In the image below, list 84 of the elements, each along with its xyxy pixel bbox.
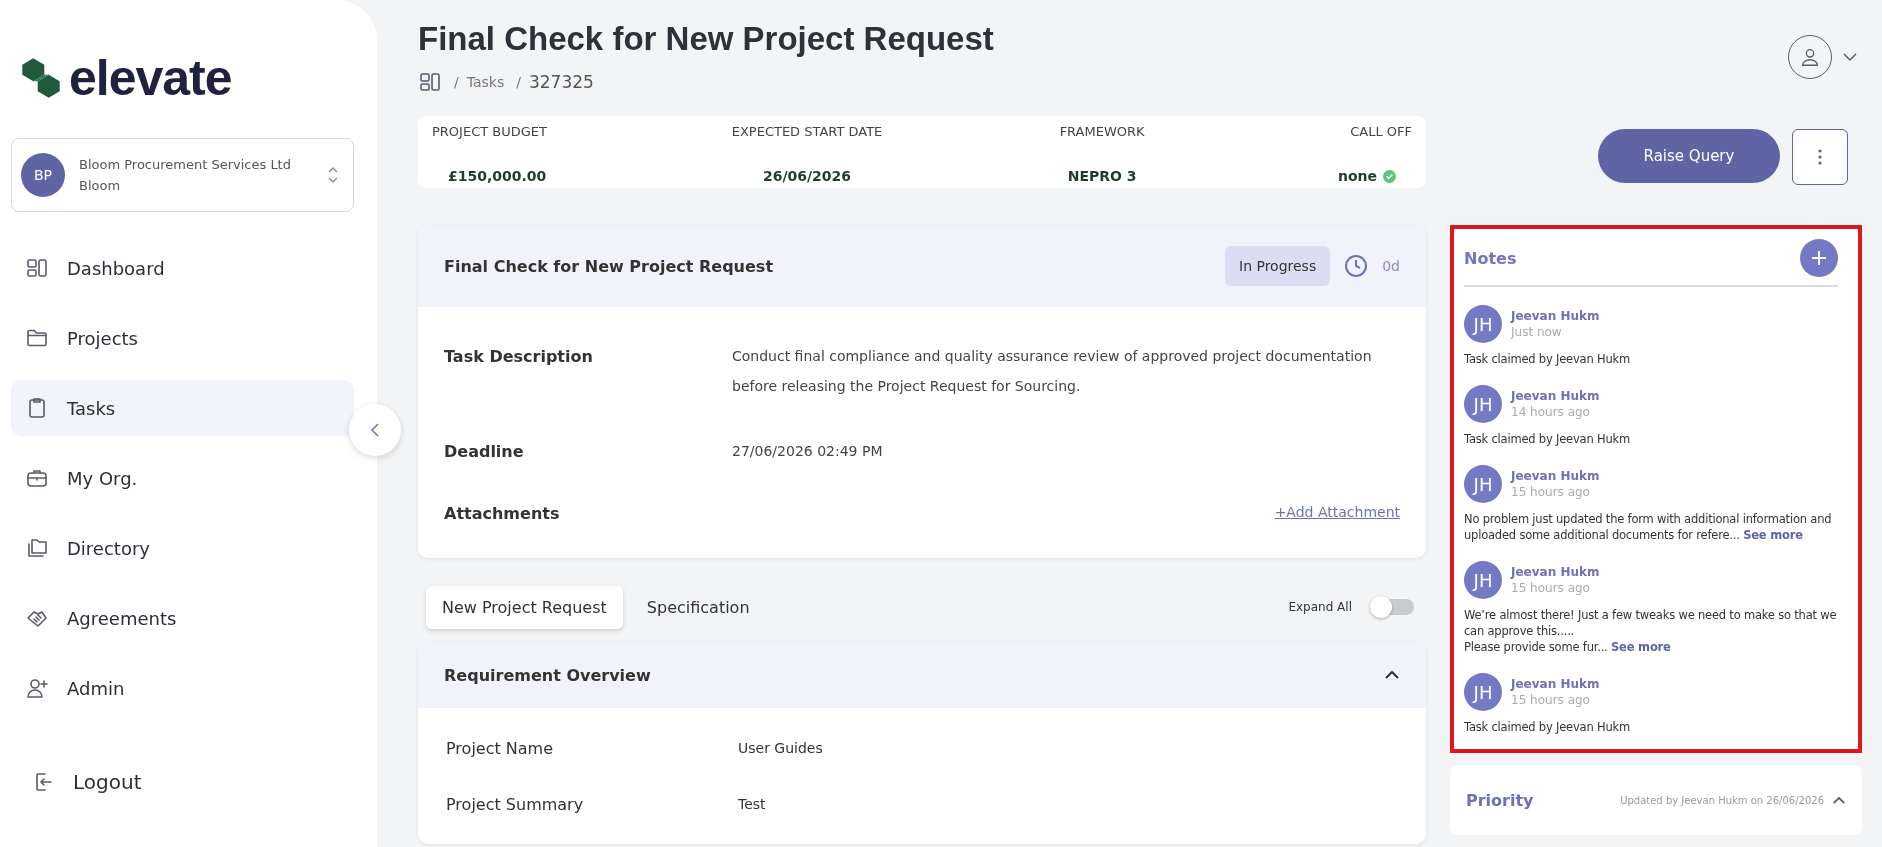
note-time: 15 hours ago [1511, 693, 1591, 707]
more-options-button[interactable] [1792, 129, 1848, 185]
organization-short-name: Bloom [79, 178, 122, 193]
author-avatar: JH [1464, 385, 1502, 423]
summary-value: £150,000.00 [448, 168, 547, 184]
breadcrumb-separator: / [516, 74, 521, 90]
chevron-left-icon [369, 422, 381, 438]
section-title: Requirement Overview [444, 665, 652, 685]
sort-chevron-icon [327, 165, 339, 185]
expand-all-toggle[interactable] [1372, 599, 1414, 615]
field-label: Task Description [444, 347, 594, 366]
expand-all-label: Expand All [1288, 600, 1352, 614]
nav-item[interactable]: Dashboard [11, 240, 354, 296]
author-avatar: JH [1464, 561, 1502, 599]
add-user-icon [25, 676, 49, 700]
logo-text: elevate [69, 49, 232, 107]
note-author: Jeevan Hukm [1511, 677, 1600, 691]
organization-name: Bloom Procurement Services Ltd [79, 157, 292, 172]
note-author: Jeevan Hukm [1511, 469, 1600, 483]
tab[interactable]: New Project Request [426, 585, 623, 629]
summary-label: CALL OFF [1350, 124, 1412, 139]
field-value: Conduct final compliance and quality assurance review of approved project documentation before releasing the Project Request for Sourcing. [732, 347, 1373, 396]
priority-updated: Updated by Jeevan Hukm on 26/06/2026 [1620, 794, 1824, 806]
summary-value: none [1337, 168, 1377, 184]
task-title: Final Check for New Project Request [444, 256, 775, 276]
breadcrumb-link[interactable]: Tasks [466, 74, 505, 90]
raise-query-button[interactable]: Raise Query [1598, 129, 1780, 183]
summary-label: PROJECT BUDGET [432, 124, 547, 139]
note-time: 15 hours ago [1511, 485, 1591, 499]
summary-value: NEPRO 3 [1067, 168, 1137, 184]
note-author: Jeevan Hukm [1511, 389, 1600, 403]
note-text: Task claimed by Jeevan Hukm [1464, 351, 1631, 367]
tab[interactable]: Specification [630, 585, 766, 629]
dashboard-icon [418, 70, 442, 94]
priority-title: Priority [1466, 790, 1535, 810]
nav-item[interactable]: Agreements [11, 590, 354, 646]
field-value: User Guides [738, 740, 823, 756]
add-note-button[interactable] [1800, 239, 1838, 277]
organization-selector[interactable]: BP Bloom Procurement Services Ltd Bloom [11, 138, 354, 212]
field-value: 27/06/2026 02:49 PM [732, 442, 884, 461]
note-text: We’re almost there! Just a few tweaks we need to make so that we can approve this..... Please provide some fur... See more [1464, 607, 1838, 655]
note-text: No problem just updated the form with additional information and uploaded some additional documents for refere... See more [1464, 511, 1833, 543]
add-attachment-link[interactable]: +Add Attachment [1274, 504, 1400, 520]
note-text: Task claimed by Jeevan Hukm [1464, 719, 1631, 735]
author-avatar: JH [1464, 673, 1502, 711]
plus-icon [1811, 250, 1827, 266]
clock-icon [1344, 254, 1369, 278]
summary-label: FRAMEWORK [1059, 124, 1145, 139]
notes-title: Notes [1464, 248, 1517, 268]
logo-icon [19, 56, 63, 100]
field-label: Project Name [446, 738, 555, 758]
note-author: Jeevan Hukm [1511, 565, 1600, 579]
field-label: Project Summary [446, 794, 585, 814]
note-time: 15 hours ago [1511, 581, 1591, 595]
dropdown-chevron-icon [1842, 52, 1858, 62]
task-age: 0d [1382, 258, 1400, 274]
note-text: Task claimed by Jeevan Hukm [1464, 431, 1631, 447]
nav-item[interactable]: Tasks [11, 380, 354, 436]
nav-item[interactable]: Admin [11, 660, 354, 716]
organization-avatar: BP [21, 153, 65, 197]
dashboard-icon [25, 256, 49, 280]
page-title: Final Check for New Project Request [418, 20, 995, 58]
logout-link[interactable]: Logout [11, 754, 354, 810]
status-badge: In Progress [1225, 246, 1331, 286]
folders-icon [25, 536, 49, 560]
kebab-icon [1818, 149, 1822, 165]
field-value: Test [738, 796, 766, 812]
nav-item[interactable]: My Org. [11, 450, 354, 506]
note-author: Jeevan Hukm [1511, 309, 1600, 323]
note-time: 14 hours ago [1511, 405, 1591, 419]
breadcrumb-current: 327325 [528, 72, 594, 92]
field-label: Attachments [444, 504, 561, 523]
nav-item[interactable]: Directory [11, 520, 354, 576]
author-avatar: JH [1464, 305, 1502, 343]
user-icon [1799, 46, 1821, 68]
nav-item[interactable]: Projects [11, 310, 354, 366]
summary-value: 26/06/2026 [762, 168, 852, 184]
see-more-link[interactable]: See more [1611, 640, 1671, 654]
summary-label: EXPECTED START DATE [731, 124, 883, 139]
author-avatar: JH [1464, 465, 1502, 503]
see-more-link[interactable]: See more [1743, 528, 1803, 542]
breadcrumb-separator: / [454, 74, 459, 90]
field-label: Deadline [444, 442, 525, 461]
note-time: Just now [1511, 325, 1563, 339]
